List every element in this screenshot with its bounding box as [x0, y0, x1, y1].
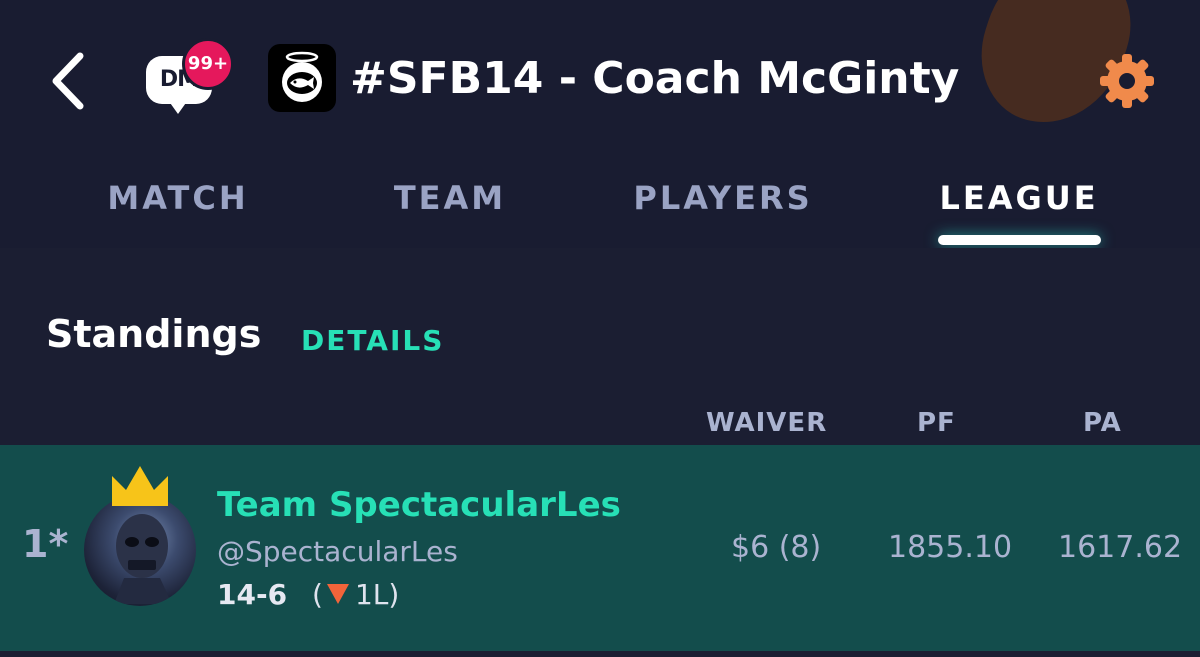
dm-unread-badge: 99+	[182, 38, 234, 90]
pa-value: 1617.62	[1058, 530, 1183, 565]
team-record: 14-6	[217, 578, 288, 611]
streak-indicator: (1L)	[312, 578, 400, 611]
dm-button[interactable]: DM 99+	[140, 38, 240, 116]
tab-match[interactable]: MATCH	[98, 172, 258, 224]
league-title: #SFB14 - Coach McGinty	[350, 53, 960, 104]
column-header-pf: PF	[917, 408, 956, 438]
dm-bubble-tail	[168, 100, 188, 114]
pf-value: 1855.10	[888, 530, 1013, 565]
column-header-waiver: WAIVER	[706, 408, 828, 438]
app-header: DM 99+ #SFB14 - Coach McGinty MATCH TEAM…	[0, 0, 1200, 248]
tab-players[interactable]: PLAYERS	[630, 172, 816, 224]
column-header-pa: PA	[1083, 408, 1122, 438]
back-button[interactable]	[46, 50, 92, 112]
gear-icon	[1100, 54, 1154, 108]
down-triangle-icon	[326, 584, 349, 604]
details-link[interactable]: DETAILS	[301, 324, 444, 357]
fishbowl-icon	[282, 51, 322, 102]
settings-button[interactable]	[1092, 46, 1162, 116]
chevron-left-icon	[52, 52, 84, 110]
standings-title: Standings	[46, 312, 262, 356]
team-name[interactable]: Team SpectacularLes	[217, 485, 621, 525]
standings-rank: 1*	[22, 522, 69, 566]
tab-team[interactable]: TEAM	[390, 172, 510, 224]
league-avatar[interactable]	[268, 44, 336, 112]
crown-icon	[108, 462, 172, 512]
streak-value: 1L	[354, 578, 389, 611]
team-handle: @SpectacularLes	[217, 535, 458, 568]
tab-league[interactable]: LEAGUE	[935, 172, 1103, 224]
waiver-value: $6 (8)	[731, 530, 822, 565]
active-tab-indicator	[938, 235, 1101, 245]
